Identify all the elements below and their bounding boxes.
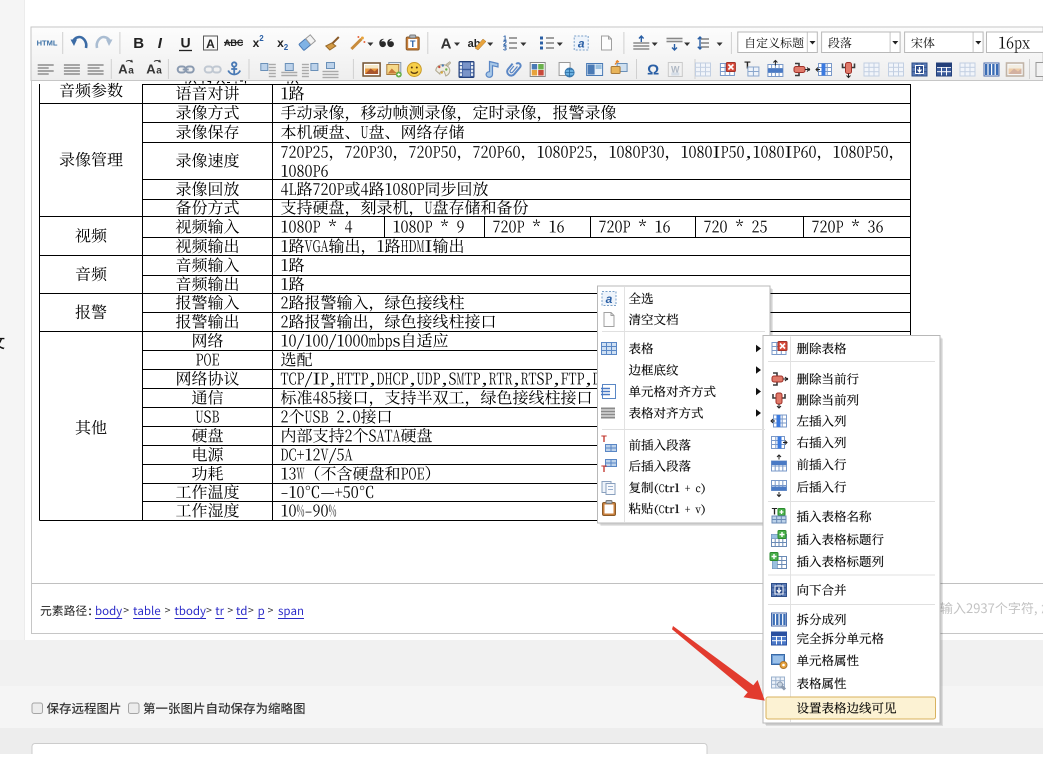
svg-text:U: U — [180, 35, 190, 51]
svg-text:T: T — [772, 507, 778, 517]
svg-text:T: T — [410, 39, 416, 49]
svg-text:A: A — [146, 62, 156, 77]
svg-text:T: T — [601, 464, 607, 474]
svg-text:3: 3 — [503, 46, 507, 53]
svg-text:B: B — [133, 35, 144, 52]
svg-text:a: a — [578, 37, 585, 51]
svg-text:HTML: HTML — [37, 39, 58, 48]
svg-text:T: T — [601, 434, 607, 444]
svg-text:Ω: Ω — [647, 62, 659, 79]
svg-text:A: A — [118, 62, 128, 77]
svg-text:2: 2 — [259, 34, 264, 43]
svg-text:a: a — [156, 66, 162, 77]
svg-text:a: a — [128, 66, 134, 77]
svg-text:A: A — [206, 37, 215, 51]
svg-text:2: 2 — [284, 43, 289, 52]
svg-text:a: a — [606, 292, 613, 306]
svg-text:A: A — [441, 36, 452, 53]
